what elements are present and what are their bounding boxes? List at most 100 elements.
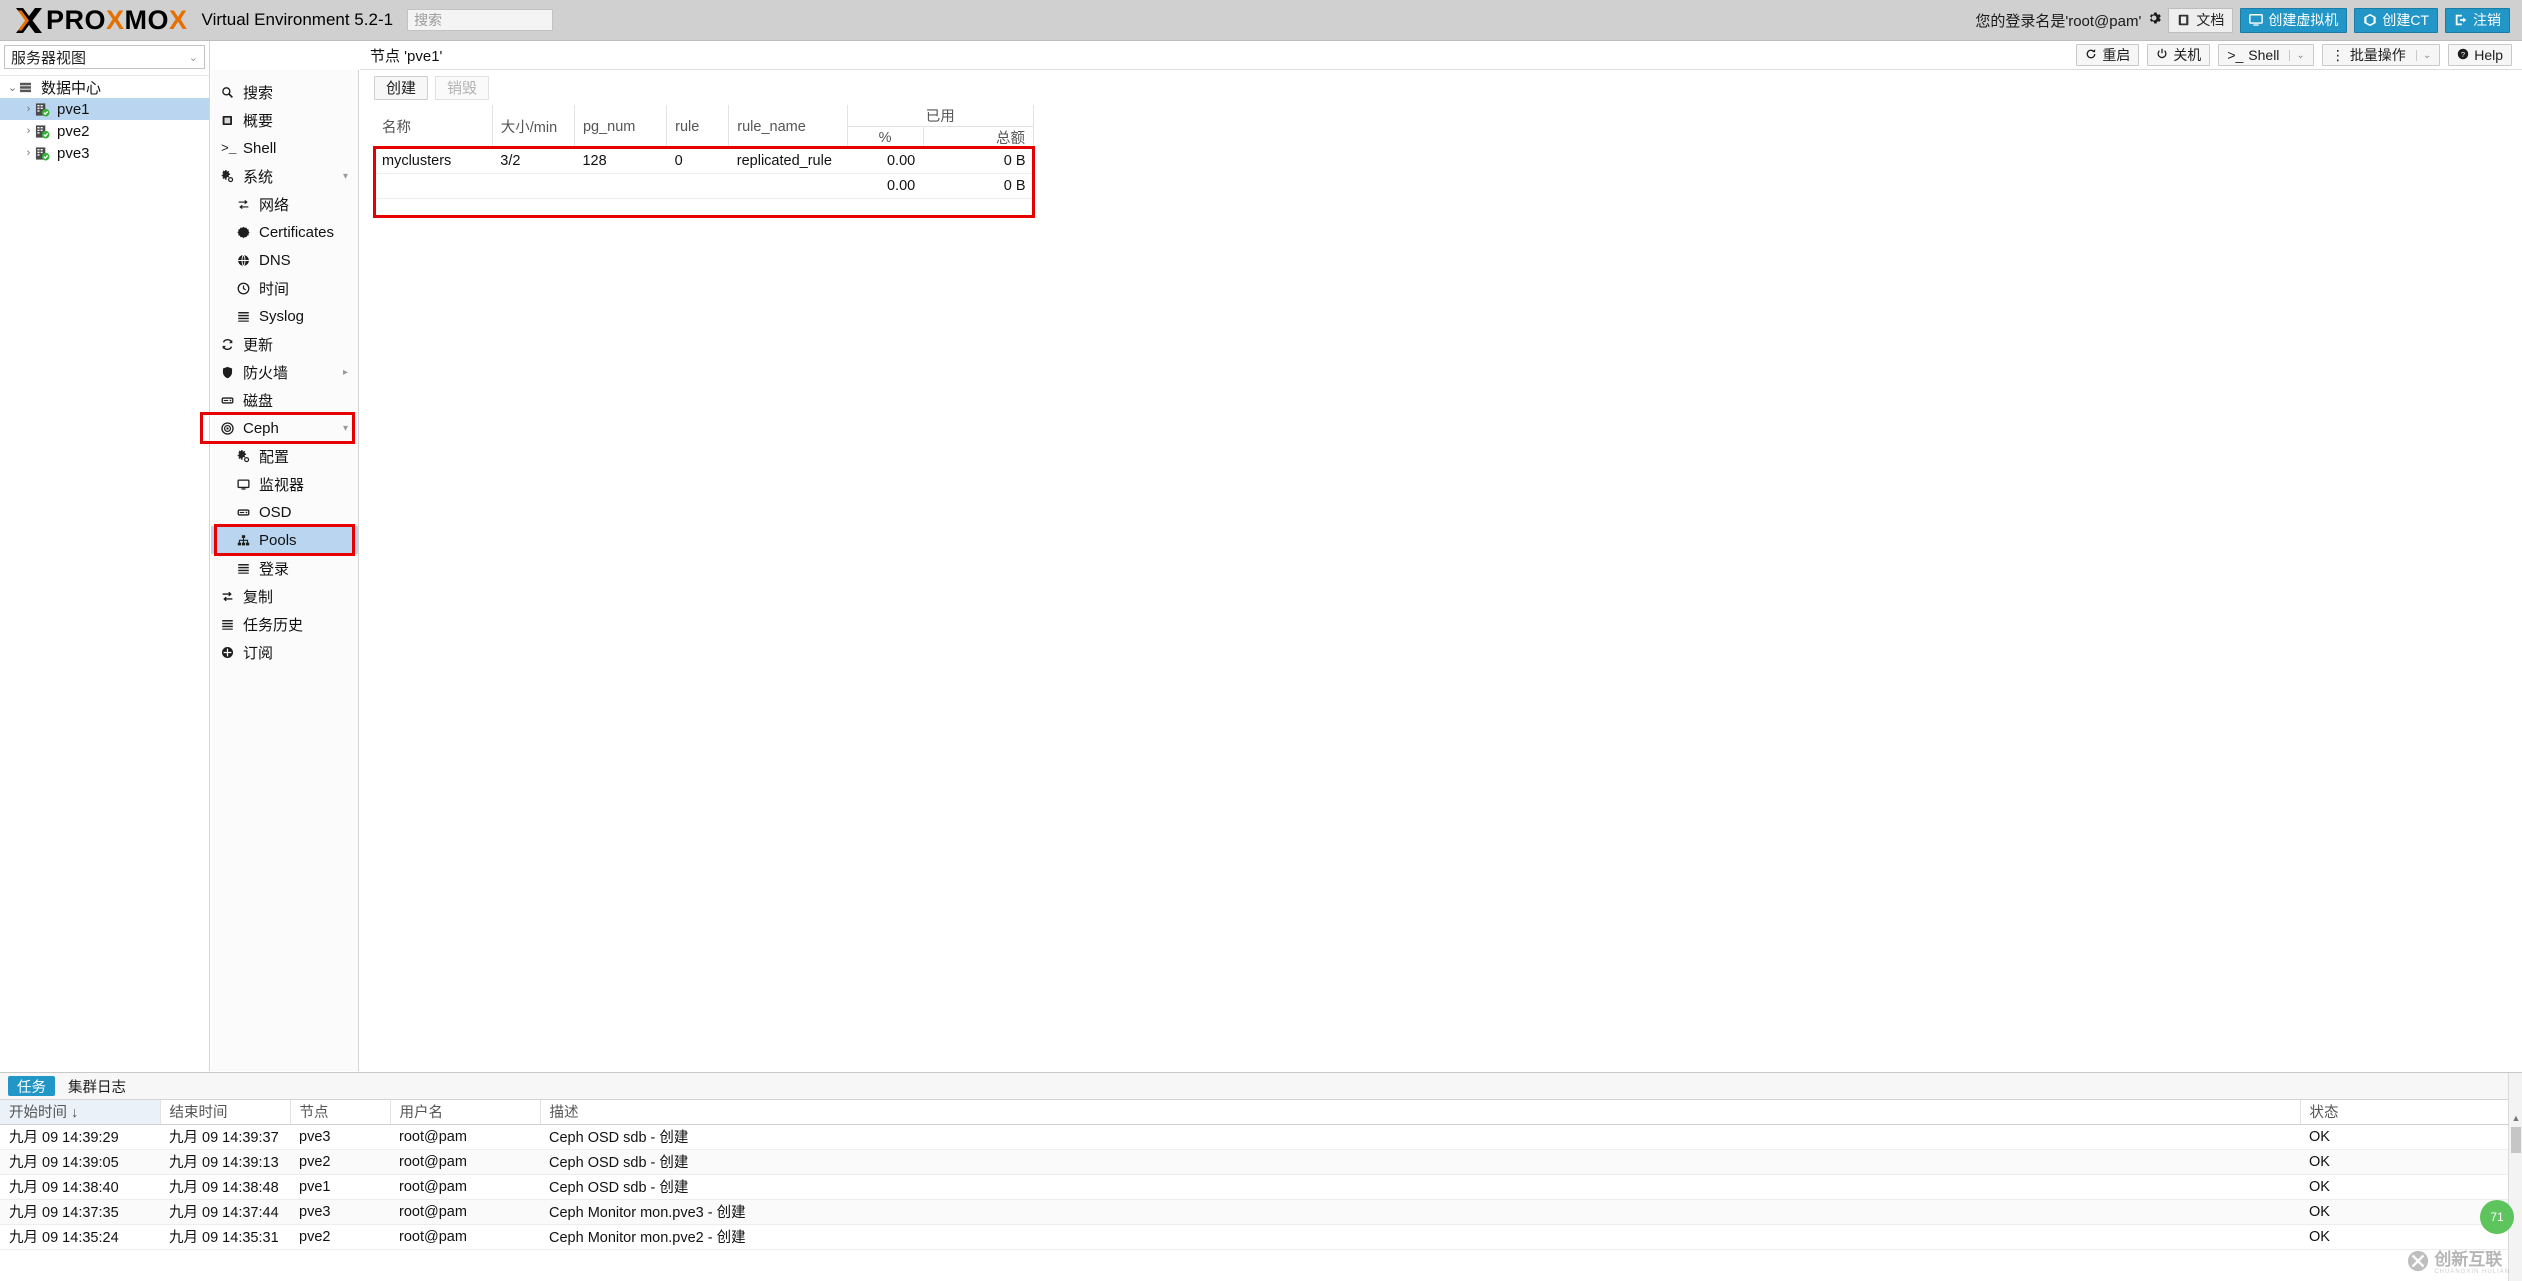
user-settings-gear-icon[interactable] xyxy=(2147,11,2162,29)
nav-item-label: Shell xyxy=(243,139,277,157)
tab-cluster-log[interactable]: 集群日志 xyxy=(59,1076,135,1096)
nav-item-osd[interactable]: OSD xyxy=(211,498,358,526)
tree-item-pve3[interactable]: › pve3 xyxy=(0,142,209,164)
view-selector-dropdown[interactable]: 服务器视图 ⌄ xyxy=(4,45,205,69)
brand-x1: X xyxy=(106,4,125,35)
col-used-total[interactable]: 总额 xyxy=(923,126,1035,149)
nav-item-监视器[interactable]: 监视器 xyxy=(211,470,358,498)
watermark-x-icon xyxy=(2407,1250,2429,1277)
tree-item-label: pve1 xyxy=(57,100,90,118)
nav-item-搜索[interactable]: 搜索 xyxy=(211,78,358,106)
shell-button[interactable]: >_ Shell ⌄ xyxy=(2218,44,2314,66)
nav-item-防火墙[interactable]: 防火墙 ▸ xyxy=(211,358,358,386)
pools-icon xyxy=(237,534,257,547)
col-user[interactable]: 用户名 xyxy=(390,1100,541,1125)
nav-item-ceph[interactable]: Ceph ▾ xyxy=(211,414,358,442)
col-node[interactable]: 节点 xyxy=(290,1100,391,1125)
chevron-down-icon[interactable]: ▾ xyxy=(343,171,348,182)
bulk-actions-button[interactable]: ⋮ 批量操作 ⌄ xyxy=(2321,44,2441,66)
pool-cell-used-total: 0 B xyxy=(923,148,1034,174)
nav-item-label: 订阅 xyxy=(243,644,274,662)
col-description[interactable]: 描述 xyxy=(540,1100,2301,1125)
nav-item-dns[interactable]: DNS xyxy=(211,246,358,274)
task-row[interactable]: 九月 09 14:38:40 九月 09 14:38:48 pve1 root@pam… xyxy=(0,1174,2522,1200)
page-title: 节点 'pve1' xyxy=(370,47,443,65)
col-pg-num[interactable]: pg_num xyxy=(574,105,668,149)
tree-item-pve2[interactable]: › pve2 xyxy=(0,120,209,142)
tree-expand-chevron-right-icon[interactable]: › xyxy=(22,147,35,159)
task-cell-description: Ceph OSD sdb - 创建 xyxy=(540,1174,2300,1200)
nav-item-更新[interactable]: 更新 xyxy=(211,330,358,358)
shell-icon: >_ xyxy=(221,140,237,156)
container-icon xyxy=(2363,13,2377,27)
create-pool-button[interactable]: 创建 xyxy=(374,75,429,100)
task-cell-node: pve2 xyxy=(290,1224,390,1250)
nav-item-概要[interactable]: 概要 xyxy=(211,106,358,134)
search-input[interactable] xyxy=(407,9,554,31)
nav-item-label: 登录 xyxy=(259,560,290,578)
col-status[interactable]: 状态 xyxy=(2300,1100,2522,1125)
task-cell-node: pve3 xyxy=(290,1124,390,1150)
summary-icon xyxy=(221,114,241,127)
tasks-table-head: 开始时间 ↓ 结束时间 节点 用户名 描述 状态 xyxy=(0,1100,2522,1125)
task-cell-start: 九月 09 14:39:05 xyxy=(0,1149,160,1175)
restart-button[interactable]: 重启 xyxy=(2076,44,2140,66)
task-row[interactable]: 九月 09 14:35:24 九月 09 14:35:31 pve2 root@pam… xyxy=(0,1224,2522,1250)
pool-cell-pg-num xyxy=(574,173,667,199)
nav-item-任务历史[interactable]: 任务历史 xyxy=(211,610,358,638)
bulk-actions-chevron-down-icon[interactable]: ⌄ xyxy=(2415,49,2431,61)
tree-expand-chevron-down-icon[interactable]: ⌄ xyxy=(6,81,19,94)
nav-item-订阅[interactable]: 订阅 xyxy=(211,638,358,666)
tasks-table-body: 九月 09 14:39:29 九月 09 14:39:37 pve3 root@pam… xyxy=(0,1124,2522,1250)
tree-expand-chevron-right-icon[interactable]: › xyxy=(22,103,35,115)
book-icon xyxy=(2177,13,2191,27)
nav-item-网络[interactable]: 网络 xyxy=(211,190,358,218)
nav-item-syslog[interactable]: Syslog xyxy=(211,302,358,330)
col-rule[interactable]: rule xyxy=(666,105,730,149)
nav-item-系统[interactable]: 系统 ▾ xyxy=(211,162,358,190)
brand-mo: MO xyxy=(124,4,170,35)
tree-item-pve1[interactable]: › pve1 xyxy=(0,98,209,120)
shutdown-button[interactable]: 关机 xyxy=(2147,44,2211,66)
tasks-vertical-scrollbar[interactable]: ▲ xyxy=(2508,1073,2522,1281)
col-start-time[interactable]: 开始时间 ↓ xyxy=(0,1100,161,1125)
chevron-right-icon[interactable]: ▸ xyxy=(343,367,348,378)
docs-button[interactable]: 文档 xyxy=(2168,7,2234,33)
col-name[interactable]: 名称 xyxy=(374,105,493,149)
create-vm-button[interactable]: 创建虚拟机 xyxy=(2240,7,2348,33)
col-end-time[interactable]: 结束时间 xyxy=(160,1100,291,1125)
nav-item-复制[interactable]: 复制 xyxy=(211,582,358,610)
logout-button[interactable]: 注销 xyxy=(2445,7,2510,33)
help-button[interactable]: ? Help xyxy=(2448,44,2512,66)
nav-item-label: 复制 xyxy=(243,588,274,606)
chevron-down-icon[interactable]: ▾ xyxy=(343,423,348,434)
nav-item-登录[interactable]: 登录 xyxy=(211,554,358,582)
col-rule-name[interactable]: rule_name xyxy=(728,105,848,149)
scroll-up-arrow-icon[interactable]: ▲ xyxy=(2509,1111,2522,1125)
restart-icon xyxy=(2085,47,2097,63)
scrollbar-thumb[interactable] xyxy=(2511,1127,2521,1153)
task-row[interactable]: 九月 09 14:39:05 九月 09 14:39:13 pve2 root@pam… xyxy=(0,1149,2522,1175)
tree-expand-chevron-right-icon[interactable]: › xyxy=(22,125,35,137)
create-ct-button[interactable]: 创建CT xyxy=(2354,7,2438,33)
task-row[interactable]: 九月 09 14:37:35 九月 09 14:37:44 pve3 root@pam… xyxy=(0,1199,2522,1225)
nav-item-时间[interactable]: 时间 xyxy=(211,274,358,302)
nav-item-配置[interactable]: 配置 xyxy=(211,442,358,470)
col-size-min[interactable]: 大小/min xyxy=(492,105,575,149)
tree-item-label: pve2 xyxy=(57,122,90,140)
task-row[interactable]: 九月 09 14:39:29 九月 09 14:39:37 pve3 root@pam… xyxy=(0,1124,2522,1150)
shield-icon xyxy=(221,366,241,379)
task-cell-description: Ceph Monitor mon.pve2 - 创建 xyxy=(540,1224,2300,1250)
pool-row[interactable]: myclusters 3/2 128 0 replicated_rule 0.00 0 B xyxy=(374,148,1034,174)
tree-item-数据中心[interactable]: ⌄ 数据中心 xyxy=(0,76,209,98)
monitor-icon xyxy=(237,478,257,491)
task-cell-status: OK xyxy=(2300,1174,2522,1200)
nav-item-pools[interactable]: Pools xyxy=(211,526,358,554)
shell-dropdown-chevron-down-icon[interactable]: ⌄ xyxy=(2289,49,2305,61)
col-used-percent[interactable]: % xyxy=(847,126,924,149)
nav-item-磁盘[interactable]: 磁盘 xyxy=(211,386,358,414)
nav-item-shell[interactable]: >_ Shell xyxy=(211,134,358,162)
pool-row[interactable]: 0.00 0 B xyxy=(374,173,1034,199)
tab-tasks[interactable]: 任务 xyxy=(8,1076,55,1096)
nav-item-certificates[interactable]: Certificates xyxy=(211,218,358,246)
